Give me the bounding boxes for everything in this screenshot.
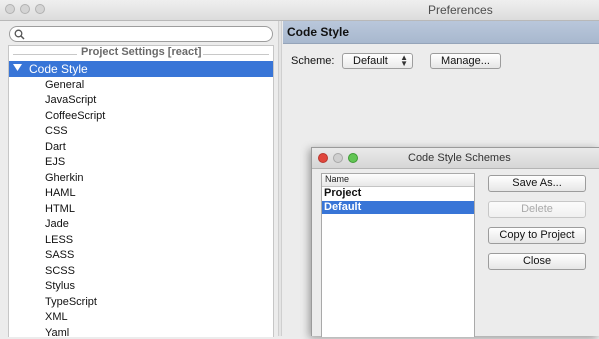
dialog-minimize-button[interactable] — [333, 153, 343, 163]
close-window-button[interactable] — [5, 4, 15, 14]
group-divider-right — [203, 54, 269, 55]
list-item[interactable]: Project — [322, 187, 474, 200]
settings-tree: Project Settings [react] Code Style Gene… — [8, 45, 274, 339]
list-item-label: Default — [324, 201, 362, 213]
code-style-schemes-dialog: Code Style Schemes Name Project Default … — [311, 147, 599, 337]
scheme-label: Scheme: — [291, 55, 335, 67]
section-header: Code Style — [283, 21, 599, 44]
disclosure-triangle-icon[interactable] — [13, 64, 22, 72]
scheme-value: Default — [353, 55, 388, 67]
tree-item[interactable]: Yaml — [45, 327, 69, 339]
schemes-list: Name Project Default — [321, 173, 475, 337]
project-settings-group: Project Settings [react] — [9, 46, 273, 61]
scheme-select[interactable]: Default ▲ ▼ — [342, 53, 413, 69]
tree-item-label: Code Style — [29, 62, 88, 76]
tree-item[interactable]: Stylus — [45, 280, 75, 292]
manage-button[interactable]: Manage... — [430, 53, 501, 69]
tree-item[interactable]: JavaScript — [45, 94, 96, 106]
list-item-selected[interactable]: Default — [322, 201, 474, 214]
tree-item[interactable]: HAML — [45, 187, 76, 199]
minimize-window-button[interactable] — [20, 4, 30, 14]
column-header[interactable]: Name — [322, 174, 474, 187]
dialog-close-button[interactable] — [318, 153, 328, 163]
tree-item[interactable]: Gherkin — [45, 172, 84, 184]
delete-button[interactable]: Delete — [488, 201, 586, 218]
tree-item[interactable]: Dart — [45, 141, 66, 153]
tree-item[interactable]: CSS — [45, 125, 68, 137]
tree-item[interactable]: Jade — [45, 218, 69, 230]
group-divider-left — [13, 54, 77, 55]
search-input[interactable] — [9, 26, 273, 42]
group-label: Project Settings [react] — [81, 46, 202, 58]
splitter-handle[interactable] — [278, 21, 282, 336]
copy-to-project-button[interactable]: Copy to Project — [488, 227, 586, 244]
tree-item[interactable]: LESS — [45, 234, 73, 246]
close-button[interactable]: Close — [488, 253, 586, 270]
window-titlebar: Preferences — [0, 0, 599, 21]
dialog-titlebar: Code Style Schemes — [312, 148, 599, 169]
section-title: Code Style — [287, 25, 350, 39]
tree-item[interactable]: XML — [45, 311, 68, 323]
search-icon — [14, 29, 25, 40]
stepper-arrows-icon: ▲ ▼ — [400, 53, 408, 68]
dialog-title: Code Style Schemes — [408, 152, 511, 164]
tree-item[interactable]: CoffeeScript — [45, 110, 105, 122]
tree-item[interactable]: SASS — [45, 249, 74, 261]
tree-item[interactable]: SCSS — [45, 265, 75, 277]
settings-sidebar: Project Settings [react] Code Style Gene… — [0, 21, 278, 339]
tree-item[interactable]: HTML — [45, 203, 75, 215]
save-as-button[interactable]: Save As... — [488, 175, 586, 192]
tree-item[interactable]: EJS — [45, 156, 65, 168]
window-title: Preferences — [428, 3, 493, 17]
tree-item-code-style[interactable]: Code Style — [9, 61, 273, 77]
column-header-label: Name — [325, 174, 350, 184]
tree-item[interactable]: TypeScript — [45, 296, 97, 308]
zoom-window-button[interactable] — [35, 4, 45, 14]
tree-item[interactable]: General — [45, 79, 84, 91]
dialog-zoom-button[interactable] — [348, 153, 358, 163]
list-item-label: Project — [324, 187, 362, 199]
